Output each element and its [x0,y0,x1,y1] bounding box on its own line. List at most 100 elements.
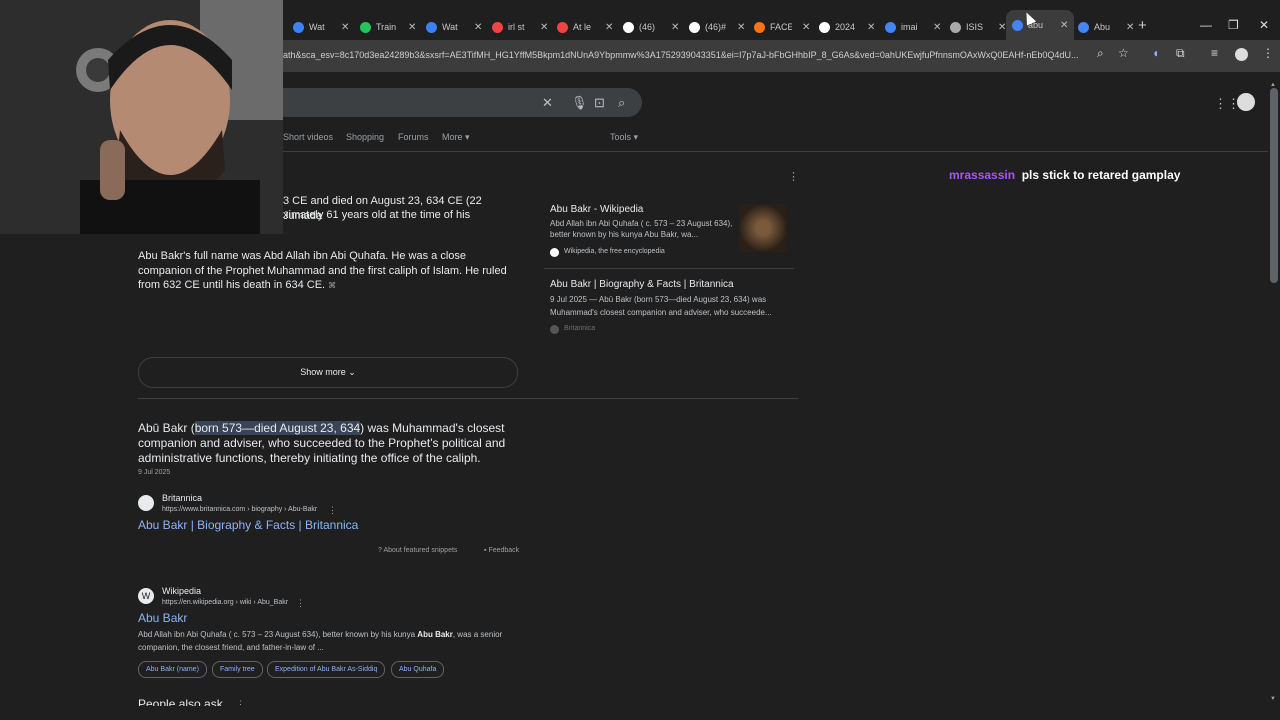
tab-favicon [689,21,700,33]
browser-tab[interactable]: (46) ✕ [617,14,685,40]
chip-abu-quhafa[interactable]: Abu Quhafa [391,661,445,678]
scroll-up-arrow-icon[interactable]: ▲ [1270,82,1276,88]
featured-result-link[interactable]: Abu Bakr | Biography & Facts | Britannic… [138,518,358,532]
nav-shopping[interactable]: Shopping [346,132,384,142]
zoom-icon[interactable]: ⌕ [1097,46,1104,61]
extensions-icon[interactable]: ⧉ [1176,46,1185,61]
bookmark-star-icon[interactable]: ☆ [1118,46,1129,60]
snippet-line-2: ximately 61 years old at the time of his [283,209,471,221]
tab-favicon [293,21,304,33]
browser-tab[interactable]: Abu ✕ [1072,14,1140,40]
nav-divider [283,151,1268,152]
chip-abu-bakr-name[interactable]: Abu Bakr (name) [138,661,207,678]
tab-favicon [360,21,371,33]
wiki-desc-pre: Abd Allah ibn Abi Quhafa ( c. 573 – 23 A… [138,630,418,639]
browser-tab[interactable]: Wat ✕ [420,14,488,40]
close-tab-icon[interactable]: ✕ [802,22,810,33]
wiki-result-link[interactable]: Abu Bakr [138,611,187,625]
menu-icon[interactable]: ⋮ [1262,46,1274,60]
new-tab-button[interactable]: + [1138,17,1147,34]
tab-title: 2024 [835,22,856,32]
browser-tab[interactable]: irl st ✕ [486,14,554,40]
chat-username: mrassassin [949,168,1016,182]
close-tab-icon[interactable]: ✕ [341,22,349,33]
feedback-link[interactable]: ▪ Feedback [484,547,519,554]
browser-tab[interactable]: imai ✕ [879,14,947,40]
nav-tools[interactable]: Tools ▾ [610,132,638,143]
result-url: https://en.wikipedia.org › wiki › Abu_Ba… [162,599,289,606]
help-icon: ? [378,547,382,554]
link-icon[interactable]: ⌘ [328,281,336,290]
microphone-icon[interactable]: 🎙 [571,95,588,111]
source-title[interactable]: Abu Bakr | Biography & Facts | Britannic… [550,279,734,290]
source-card-britannica[interactable]: Abu Bakr | Biography & Facts | Britannic… [544,272,794,334]
browser-tab[interactable]: Wat ✕ [287,14,355,40]
tab-title: (46)# [705,22,727,32]
minimize-button[interactable]: — [1200,18,1212,32]
snippet-menu-icon[interactable]: ⋮ [788,170,799,183]
scroll-down-arrow-icon[interactable]: ▼ [1270,696,1276,702]
source-desc: Abd Allah ibn Abi Quhafa ( c. 573 – 23 A… [550,219,733,239]
nav-short-videos[interactable]: Short videos [283,132,333,142]
apps-grid-icon[interactable]: ⋮⋮ [1214,96,1240,112]
nav-forums[interactable]: Forums [398,132,429,142]
source-thumbnail[interactable] [739,204,787,252]
result-menu-icon[interactable]: ⋮ [296,598,305,609]
close-tab-icon[interactable]: ✕ [474,22,482,33]
read-aloud-icon[interactable]: ◖ [1152,46,1159,60]
source-desc: 9 Jul 2025 — Abū Bakr (born 573—died Aug… [550,295,772,317]
close-tab-icon[interactable]: ✕ [671,22,679,33]
lens-icon[interactable]: ⊡ [594,95,605,111]
browser-tab[interactable]: abu ✕ [1006,10,1074,40]
result-site-name: Britannica [162,493,203,503]
webcam-overlay [0,0,283,234]
search-icon[interactable]: ⌕ [618,95,625,111]
browser-tab[interactable]: 2024 ✕ [813,14,881,40]
chevron-down-icon: ⌄ [348,367,356,377]
tab-favicon [885,21,896,33]
snippet-paragraph: Abu Bakr's full name was Abd Allah ibn A… [138,249,518,294]
wikipedia-favicon: W [138,588,154,604]
tab-title: Wat [309,22,325,32]
google-account-avatar[interactable] [1237,93,1255,111]
chip-expedition[interactable]: Expedition of Abu Bakr As-Siddiq [267,661,386,678]
browser-tab[interactable]: ISIS ✕ [944,14,1012,40]
page-scrollbar[interactable] [1270,88,1278,283]
search-input[interactable] [283,88,642,117]
show-more-button[interactable]: Show more ⌄ [138,357,518,388]
source-card-wikipedia[interactable]: Abu Bakr - Wikipedia Abd Allah ibn Abi Q… [544,196,794,269]
close-window-button[interactable]: ✕ [1259,18,1269,32]
close-tab-icon[interactable]: ✕ [540,22,548,33]
source-title[interactable]: Abu Bakr - Wikipedia [550,204,643,215]
feedback-label: Feedback [488,547,520,554]
close-tab-icon[interactable]: ✕ [933,22,941,33]
profile-avatar[interactable] [1235,48,1248,61]
show-more-label: Show more [300,367,346,377]
close-tab-icon[interactable]: ✕ [1060,20,1068,31]
tab-title: Train [376,22,397,32]
address-bar[interactable]: ath&sca_esv=8c170d3ea24289b3&sxsrf=AE3Ti… [283,44,1103,66]
close-tab-icon[interactable]: ✕ [867,22,875,33]
chip-family-tree[interactable]: Family tree [212,661,263,678]
tab-favicon [426,21,437,33]
browser-tab[interactable]: Train ✕ [354,14,422,40]
tab-favicon [1078,21,1089,33]
close-tab-icon[interactable]: ✕ [408,22,416,33]
stream-chat-message: mrassassin pls stick to retared gamplay [949,168,1180,182]
media-icon[interactable]: ≡ [1211,46,1218,60]
about-featured-snippets[interactable]: ? About featured snippets [378,547,457,554]
britannica-favicon [550,325,559,334]
clear-search-icon[interactable]: ✕ [542,95,553,111]
close-tab-icon[interactable]: ✕ [1126,22,1134,33]
section-divider [138,398,798,399]
browser-tab[interactable]: At le ✕ [551,14,619,40]
result-menu-icon[interactable]: ⋮ [328,505,337,516]
browser-tab[interactable]: (46)# ✕ [683,14,751,40]
close-tab-icon[interactable]: ✕ [737,22,745,33]
restore-button[interactable]: ❐ [1228,18,1239,32]
browser-tab[interactable]: FACE ✕ [748,14,816,40]
close-tab-icon[interactable]: ✕ [605,22,613,33]
tab-title: (46) [639,22,656,32]
result-url: https://www.britannica.com › biography ›… [162,506,318,513]
nav-more[interactable]: More ▾ [442,132,470,143]
